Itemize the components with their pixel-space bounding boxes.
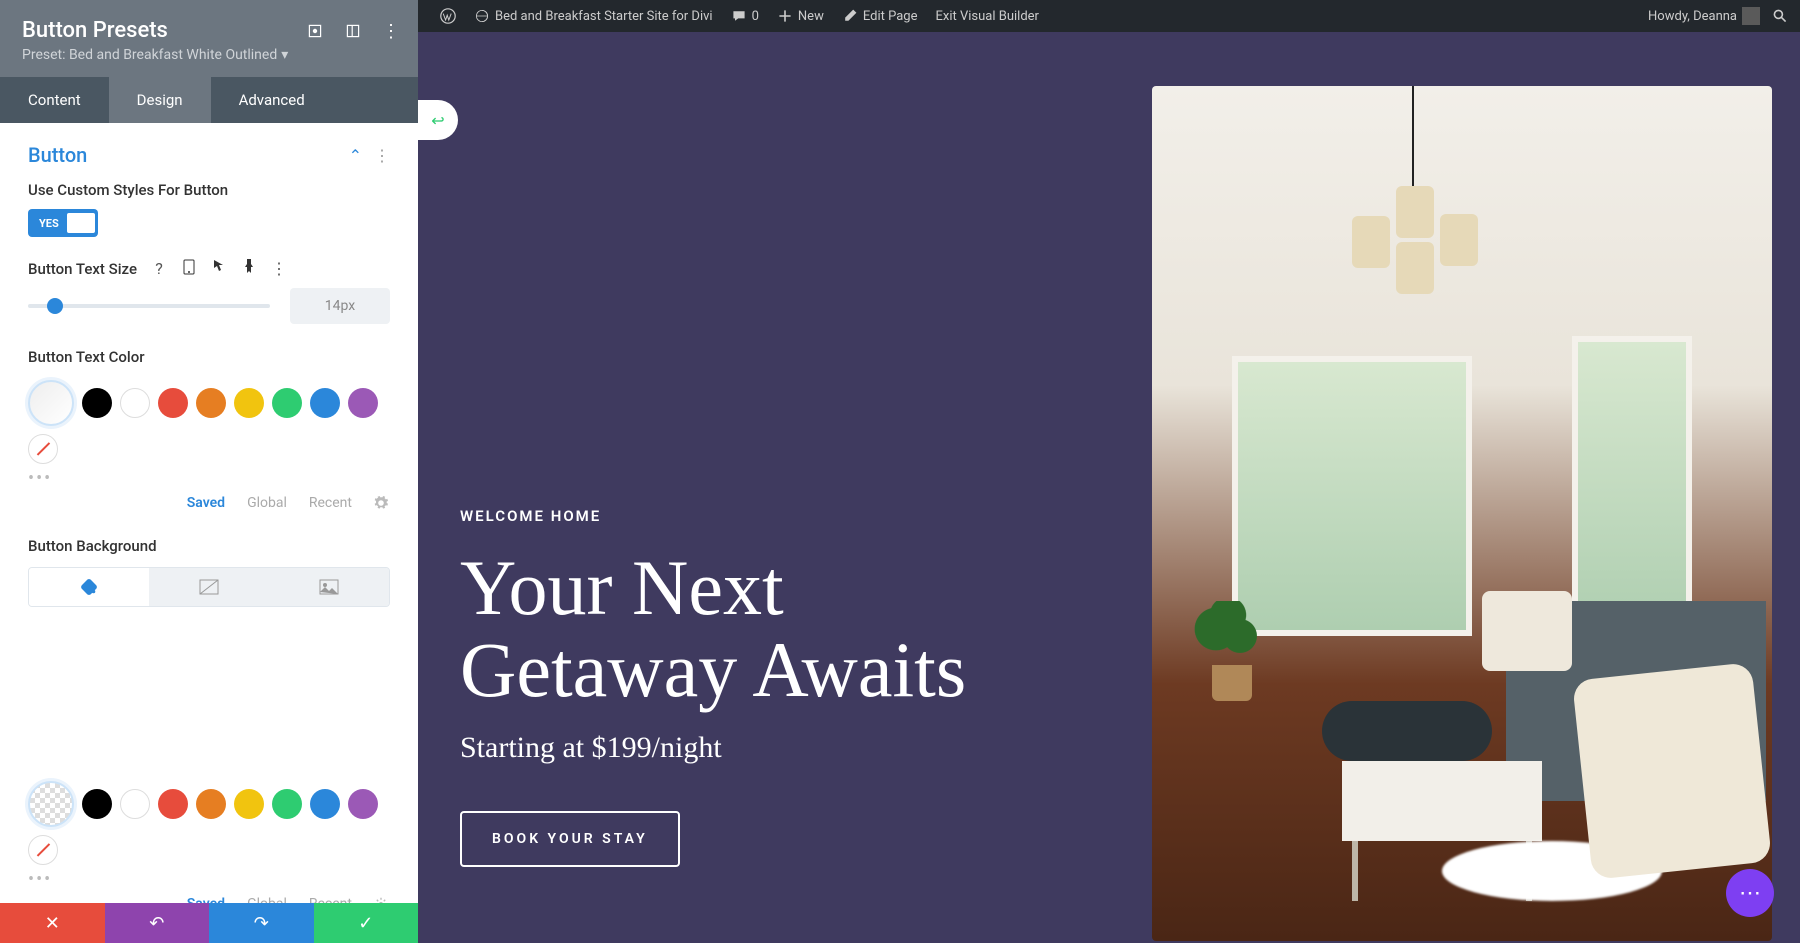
swatch-red[interactable] [158, 388, 188, 418]
avatar [1742, 7, 1760, 25]
hero-image [1152, 86, 1772, 941]
hero-headline: Your Next Getaway Awaits [460, 547, 1060, 711]
new-content-link[interactable]: New [777, 8, 824, 24]
swatch-bg-blue[interactable] [310, 789, 340, 819]
hover-icon[interactable] [211, 259, 227, 278]
visual-builder-canvas: ↩ WELCOME HOME Your Next Getaway Awaits … [418, 32, 1800, 943]
cancel-button[interactable]: ✕ [0, 903, 105, 943]
swatch-bg-more[interactable]: ••• [28, 869, 390, 890]
swatch-bg-white[interactable] [120, 789, 150, 819]
redo-button[interactable]: ↷ [209, 903, 314, 943]
bg-tab-image[interactable] [269, 568, 389, 606]
tab-advanced[interactable]: Advanced [211, 77, 333, 123]
palette-tabs: Saved Global Recent [28, 495, 390, 511]
undo-button[interactable]: ↶ [105, 903, 210, 943]
section-button[interactable]: Button ⌃ ⋮ [28, 123, 390, 181]
bg-tab-color[interactable] [29, 568, 149, 606]
text-size-slider[interactable] [28, 304, 270, 308]
more-icon[interactable]: ⋮ [382, 22, 400, 40]
palette-settings-icon[interactable] [374, 496, 390, 510]
swatch-more[interactable]: ••• [28, 468, 390, 489]
swatch-none[interactable] [28, 434, 58, 464]
swatch-bg-yellow[interactable] [234, 789, 264, 819]
text-color-label: Button Text Color [28, 348, 390, 366]
pendant-lamp [1352, 186, 1482, 296]
bg-tab-gradient[interactable] [149, 568, 269, 606]
wp-logo[interactable] [440, 8, 456, 24]
bg-color-swatches [28, 781, 390, 865]
tab-design[interactable]: Design [109, 77, 211, 123]
palette-global[interactable]: Global [247, 495, 287, 511]
hero-text-block: WELCOME HOME Your Next Getaway Awaits St… [460, 507, 1060, 867]
dock-icon[interactable] [344, 22, 362, 40]
swatch-orange[interactable] [196, 388, 226, 418]
module-settings-panel: Button Presets Preset: Bed and Breakfast… [0, 0, 418, 943]
help-icon[interactable]: ? [151, 259, 167, 278]
bg-palette-recent[interactable]: Recent [309, 896, 352, 903]
swatch-purple[interactable] [348, 388, 378, 418]
section-more-icon[interactable]: ⋮ [374, 146, 390, 165]
bg-palette-global[interactable]: Global [247, 896, 287, 903]
site-name-link[interactable]: Bed and Breakfast Starter Site for Divi [474, 8, 713, 24]
search-icon[interactable] [1772, 8, 1788, 24]
exit-visual-builder[interactable]: Exit Visual Builder [935, 9, 1038, 24]
text-color-swatches [28, 380, 390, 464]
swatch-bg-green[interactable] [272, 789, 302, 819]
tab-content[interactable]: Content [0, 77, 109, 123]
swatch-black[interactable] [82, 388, 112, 418]
chevron-down-icon: ▾ [281, 47, 288, 63]
use-custom-toggle[interactable]: YES [28, 209, 98, 237]
preset-selector[interactable]: Preset: Bed and Breakfast White Outlined… [22, 47, 396, 63]
swatch-selected[interactable] [28, 380, 74, 426]
text-size-input[interactable]: 14px [290, 288, 390, 324]
builder-fab[interactable]: ⋯ [1726, 869, 1774, 917]
panel-footer: ✕ ↶ ↷ ✓ [0, 903, 418, 943]
text-size-label: Button Text Size [28, 260, 137, 278]
bg-label: Button Background [28, 537, 390, 555]
expand-icon[interactable] [306, 22, 324, 40]
swatch-bg-none[interactable] [28, 835, 58, 865]
site-name: Bed and Breakfast Starter Site for Divi [495, 9, 713, 24]
bg-palette-tabs: Saved Global Recent [28, 896, 390, 903]
swatch-bg-purple[interactable] [348, 789, 378, 819]
collapse-icon[interactable]: ⌃ [349, 146, 362, 165]
pin-icon[interactable] [241, 259, 257, 278]
swatch-bg-red[interactable] [158, 789, 188, 819]
bg-palette-saved[interactable]: Saved [187, 896, 225, 903]
swatch-green[interactable] [272, 388, 302, 418]
bg-type-tabs [28, 567, 390, 607]
palette-recent[interactable]: Recent [309, 495, 352, 511]
responsive-phone-icon[interactable] [181, 259, 197, 278]
use-custom-label: Use Custom Styles For Button [28, 181, 390, 199]
comments-link[interactable]: 0 [731, 8, 759, 24]
swatch-blue[interactable] [310, 388, 340, 418]
dock-handle[interactable]: ↩ [418, 100, 458, 140]
panel-header: Button Presets Preset: Bed and Breakfast… [0, 0, 418, 77]
swatch-bg-black[interactable] [82, 789, 112, 819]
swatch-bg-transparent[interactable] [28, 781, 74, 827]
book-stay-button[interactable]: BOOK YOUR STAY [460, 811, 680, 867]
edit-page-link[interactable]: Edit Page [842, 8, 918, 24]
hero-eyebrow: WELCOME HOME [460, 507, 1060, 525]
hero-subhead: Starting at $199/night [460, 731, 1060, 765]
panel-tabs: Content Design Advanced [0, 77, 418, 123]
swatch-white[interactable] [120, 388, 150, 418]
account-link[interactable]: Howdy, Deanna [1648, 7, 1760, 25]
field-more-icon[interactable]: ⋮ [271, 259, 287, 278]
swatch-yellow[interactable] [234, 388, 264, 418]
palette-saved[interactable]: Saved [187, 495, 225, 511]
swatch-bg-orange[interactable] [196, 789, 226, 819]
save-button[interactable]: ✓ [314, 903, 419, 943]
